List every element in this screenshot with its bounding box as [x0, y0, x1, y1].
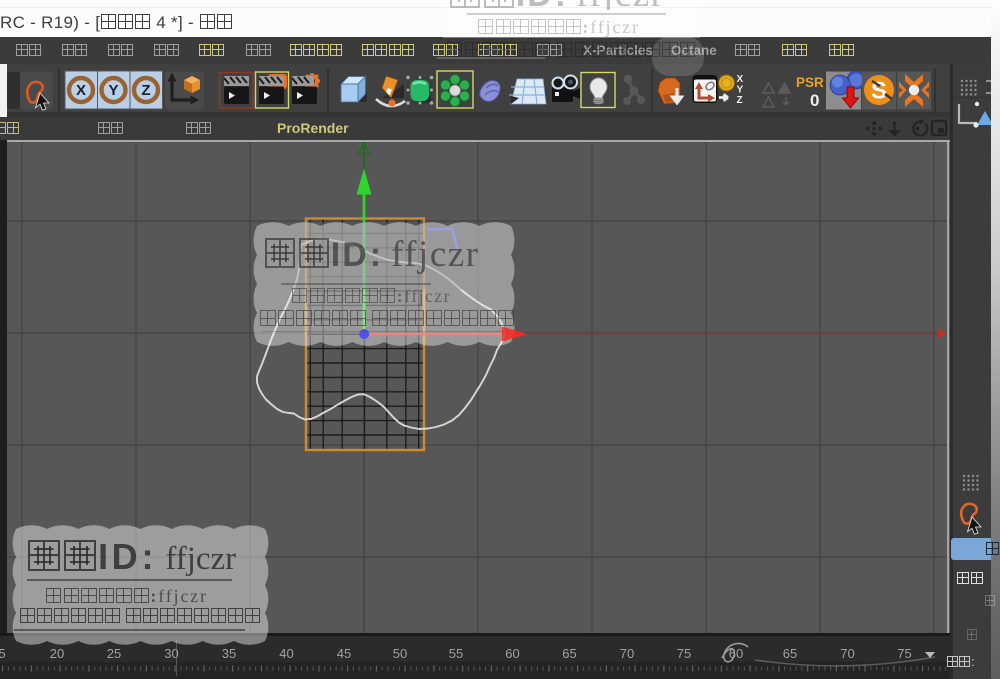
svg-text:PSR: PSR	[796, 75, 824, 90]
svg-text:X: X	[76, 82, 86, 99]
svg-text:Y: Y	[737, 85, 744, 96]
svg-text:Z: Z	[141, 82, 150, 99]
svg-text:0: 0	[810, 91, 819, 110]
svg-text:X: X	[737, 74, 744, 85]
svg-text:Y: Y	[108, 82, 118, 99]
svg-text:Z: Z	[737, 95, 743, 106]
